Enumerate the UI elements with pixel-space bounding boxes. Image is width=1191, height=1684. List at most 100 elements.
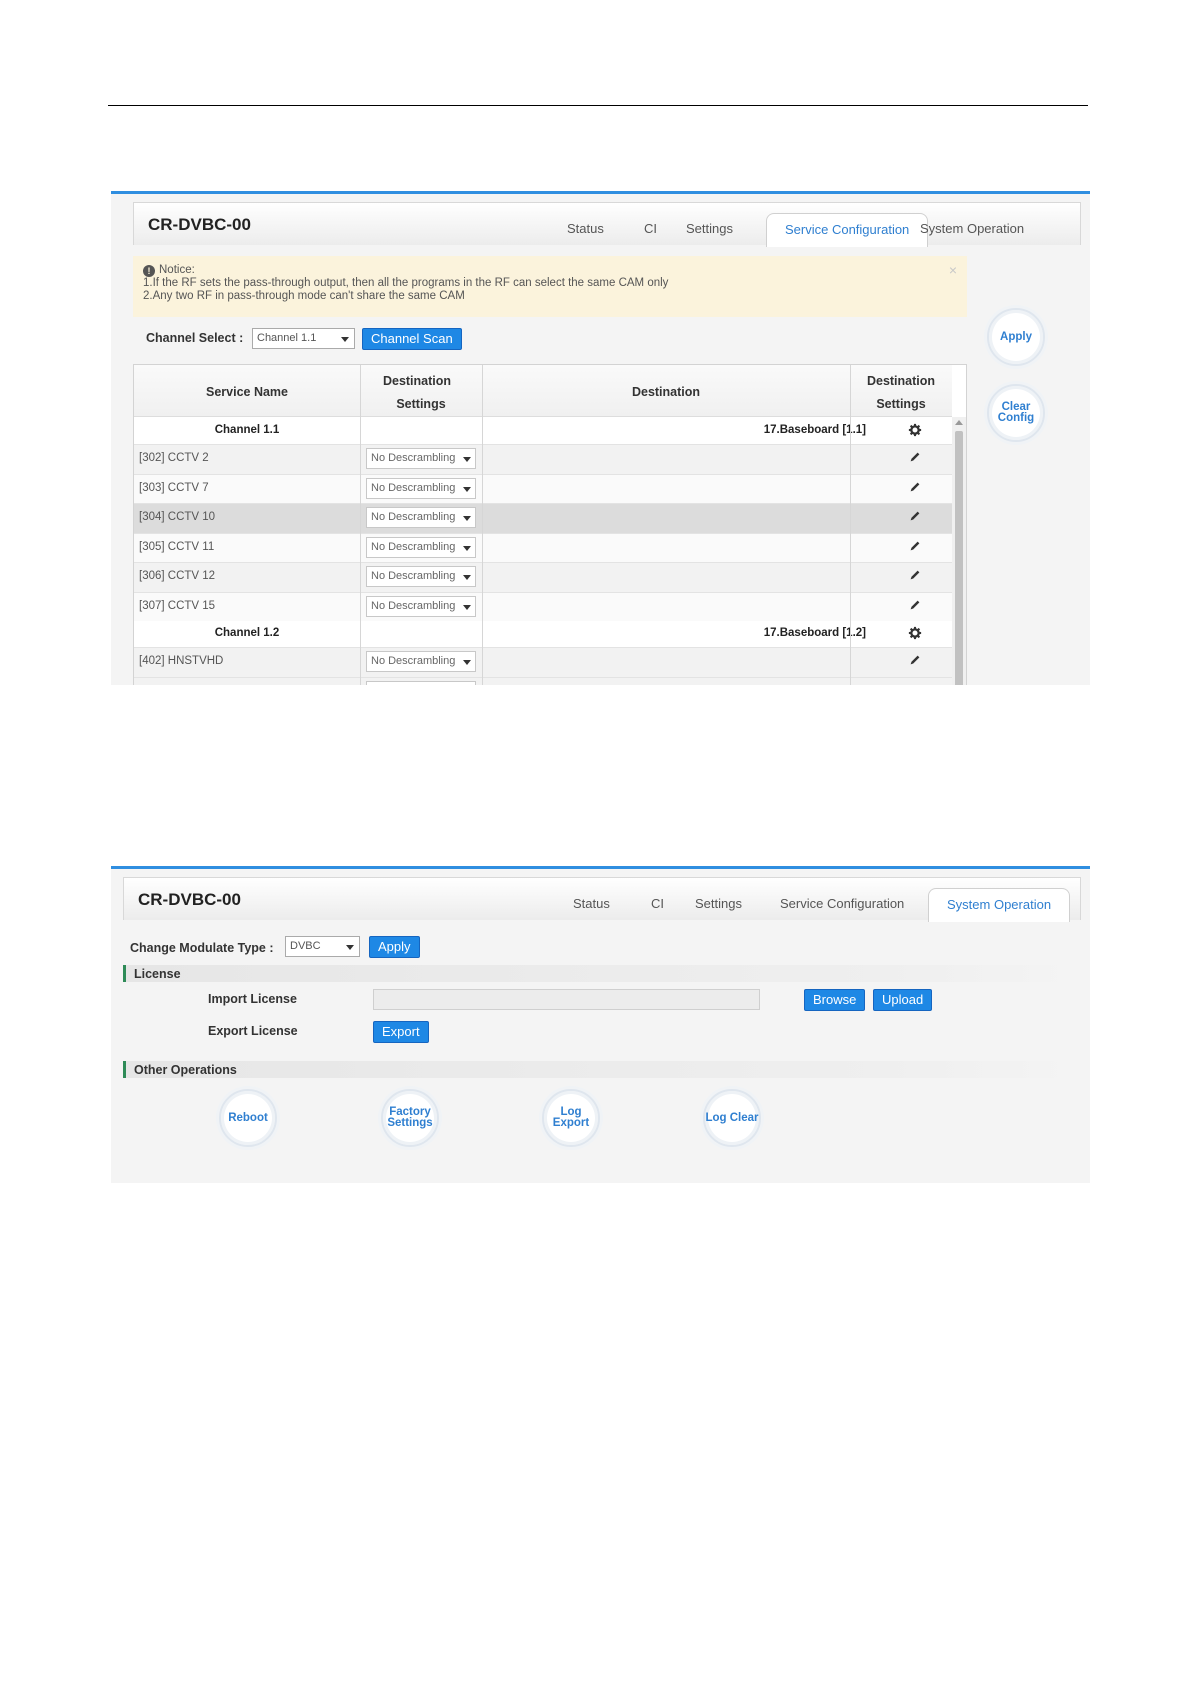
pencil-icon[interactable]	[908, 568, 924, 584]
channel-select[interactable]: Channel 1.1	[252, 328, 355, 349]
service-table: Service Name Destination Settings Destin…	[133, 364, 967, 685]
service-name: [307] CCTV 15	[139, 599, 216, 612]
table-row[interactable]: [304] CCTV 10 No Descrambling	[134, 503, 952, 533]
service-name: [306] CCTV 12	[139, 570, 216, 582]
service-name: [402] HNSTVHD	[139, 655, 224, 667]
browse-button[interactable]: Browse	[804, 989, 866, 1011]
apply-button[interactable]: Apply	[987, 308, 1045, 366]
factory-settings-button[interactable]: Factory Settings	[381, 1089, 439, 1147]
license-section-header: License	[123, 965, 1078, 982]
table-scrollbar[interactable]	[952, 417, 966, 685]
scrollbar-thumb[interactable]	[955, 431, 963, 685]
descrambling-select[interactable]: No Descrambling	[366, 566, 476, 587]
service-name: [305] CCTV 11	[139, 540, 215, 553]
descrambling-select[interactable]: No Descrambling	[366, 477, 476, 499]
upload-button[interactable]: Upload	[873, 989, 933, 1011]
tab-ci[interactable]: CI	[644, 221, 657, 236]
tab-status[interactable]: Status	[573, 896, 610, 911]
change-modulate-label: Change Modulate Type :	[130, 941, 274, 955]
column-divider	[482, 365, 483, 685]
device-brand: CR-DVBC-00	[148, 215, 251, 234]
apply-button[interactable]: Apply	[369, 936, 420, 958]
clear-config-label-2: Config	[997, 412, 1035, 424]
col-destination: Destination	[631, 385, 701, 399]
table-row[interactable]: [402] HNSTVHD No Descrambling	[134, 647, 952, 677]
descrambling-select[interactable]	[366, 680, 476, 685]
system-operation-screenshot: CR-DVBC-00 Status CI Settings Service Co…	[111, 866, 1090, 1183]
column-divider	[360, 365, 361, 685]
chevron-down-icon	[463, 486, 471, 492]
pencil-icon[interactable]	[908, 539, 924, 555]
modulate-type-value: DVBC	[290, 940, 321, 952]
table-row[interactable]: [307] CCTV 15 No Descrambling	[134, 591, 952, 621]
pencil-icon[interactable]	[908, 509, 924, 525]
descrambling-select[interactable]: No Descrambling	[366, 595, 476, 617]
tab-service-configuration[interactable]: Service Configuration	[766, 213, 929, 247]
descrambling-select[interactable]: No Descrambling	[366, 536, 476, 558]
pencil-icon[interactable]	[908, 480, 924, 496]
chevron-down-icon	[463, 516, 471, 521]
log-export-button[interactable]: Log Export	[542, 1089, 600, 1147]
modulate-type-select[interactable]: DVBC	[285, 936, 360, 957]
chevron-down-icon	[463, 545, 471, 551]
table-row[interactable]: [306] CCTV 12 No Descrambling	[134, 562, 952, 592]
chevron-down-icon	[341, 337, 349, 342]
service-name: [303] CCTV 7	[139, 481, 209, 494]
other-operations-section-header: Other Operations	[123, 1061, 1078, 1078]
tab-system-operation[interactable]: System Operation	[928, 888, 1071, 922]
pencil-icon[interactable]	[908, 598, 924, 614]
descrambling-select[interactable]: No Descrambling	[366, 507, 476, 528]
tab-service-configuration[interactable]: Service Configuration	[780, 896, 904, 911]
notice-title: Notice:	[159, 264, 195, 276]
gear-icon[interactable]	[908, 626, 924, 642]
chevron-down-icon	[463, 660, 471, 665]
table-row[interactable]: [302] CCTV 2 No Descrambling	[134, 444, 952, 474]
channel-name: Channel 1.1	[214, 424, 280, 436]
descrambling-value: No Descrambling	[371, 511, 456, 523]
chevron-down-icon	[463, 575, 471, 580]
col-dest-settings-b2: Settings	[876, 397, 926, 411]
descrambling-value: No Descrambling	[371, 540, 456, 553]
tab-ci[interactable]: CI	[651, 896, 664, 911]
export-button[interactable]: Export	[373, 1021, 429, 1043]
notice-box: ! Notice: 1.If the RF sets the pass-throu…	[133, 256, 967, 317]
device-brand: CR-DVBC-00	[138, 890, 241, 909]
channel-group-row: Channel 1.2 17.Baseboard [1.2]	[134, 621, 952, 648]
import-license-label: Import License	[208, 992, 297, 1006]
table-row[interactable]	[134, 676, 952, 685]
chevron-down-icon	[463, 457, 471, 462]
table-row[interactable]: [305] CCTV 11 No Descrambling	[134, 532, 952, 562]
gear-icon[interactable]	[908, 423, 924, 439]
descrambling-value: No Descrambling	[371, 599, 456, 612]
header-bar: CR-DVBC-00 Status CI Settings Service Co…	[133, 202, 1081, 247]
chevron-down-icon	[346, 945, 354, 950]
descrambling-select[interactable]: No Descrambling	[366, 651, 476, 672]
close-icon[interactable]: ×	[949, 263, 957, 277]
reboot-button[interactable]: Reboot	[219, 1089, 277, 1147]
pencil-icon[interactable]	[908, 450, 924, 466]
notice-line-2: 2.Any two RF in pass-through mode can't …	[143, 290, 465, 302]
tab-system-operation[interactable]: System Operation	[920, 221, 1024, 236]
export-license-label: Export License	[208, 1024, 298, 1038]
col-dest-settings-b1: Destination	[866, 374, 936, 388]
table-row[interactable]: [303] CCTV 7 No Descrambling	[134, 473, 952, 503]
factory-settings-label-2: Settings	[387, 1117, 433, 1129]
tab-settings[interactable]: Settings	[695, 896, 742, 911]
tab-settings[interactable]: Settings	[686, 221, 733, 236]
channel-select-label: Channel Select :	[146, 331, 244, 345]
pencil-icon[interactable]	[908, 653, 924, 669]
scroll-up-icon[interactable]	[955, 420, 963, 425]
notice-line-1: 1.If the RF sets the pass-through output…	[143, 277, 669, 289]
descrambling-value: No Descrambling	[371, 570, 456, 582]
channel-select-value: Channel 1.1	[257, 332, 317, 344]
col-service-name: Service Name	[205, 385, 288, 399]
descrambling-value: No Descrambling	[371, 481, 456, 494]
page-header-rule	[108, 105, 1088, 106]
descrambling-select[interactable]: No Descrambling	[366, 448, 476, 469]
import-license-file-input[interactable]	[373, 989, 760, 1010]
clear-config-button[interactable]: Clear Config	[987, 384, 1045, 442]
channel-scan-button[interactable]: Channel Scan	[362, 328, 462, 350]
log-clear-button[interactable]: Log Clear	[703, 1089, 761, 1147]
tab-status[interactable]: Status	[567, 221, 604, 236]
column-divider	[850, 365, 851, 685]
